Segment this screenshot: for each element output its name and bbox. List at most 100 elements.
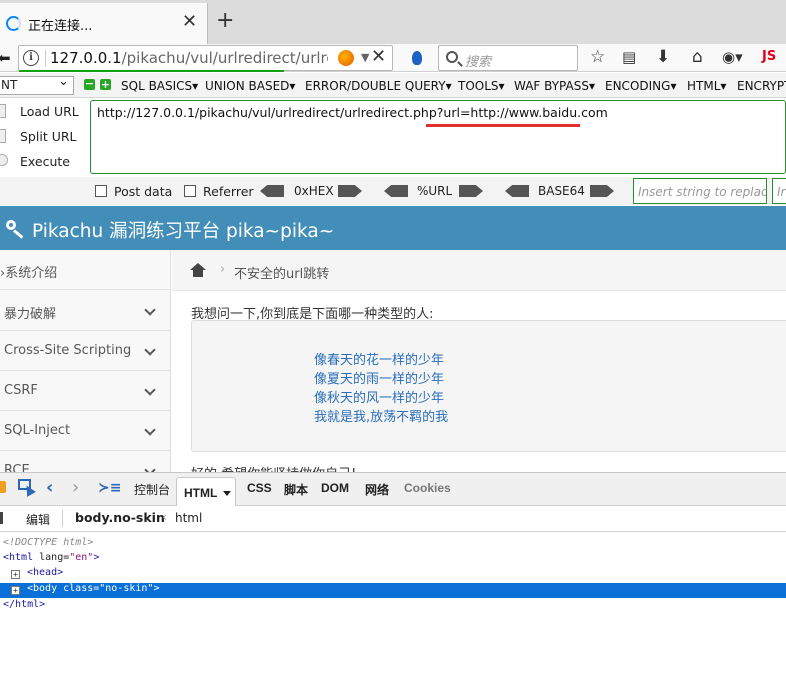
firefox-icon: [338, 50, 354, 66]
clear-url-icon[interactable]: ✕: [371, 46, 386, 67]
url-path: /pikachu/vul/urlredirect/urlredi: [121, 49, 328, 67]
tree-row-html[interactable]: <html lang="en">: [0, 552, 786, 567]
sidebar-item-bruteforce[interactable]: 暴力破解: [0, 291, 170, 331]
chevron-down-icon: [144, 424, 156, 436]
command-line-icon[interactable]: ≻≡: [98, 480, 121, 496]
home-icon[interactable]: [190, 263, 206, 277]
breadcrumb: › 不安全的url跳转: [172, 250, 786, 291]
execute-button[interactable]: Execute: [0, 151, 88, 173]
sidebar: ›系统介绍 暴力破解 Cross-Site Scripting CSRF SQL…: [0, 250, 171, 472]
sidebar-item-csrf[interactable]: CSRF: [0, 371, 170, 411]
tree-row-body[interactable]: + <body class="no-skin">: [0, 583, 786, 598]
bookmark-star-icon[interactable]: ☆: [590, 47, 605, 67]
minus-icon[interactable]: −: [84, 78, 95, 90]
chevron-down-icon: [144, 384, 156, 396]
back-button[interactable]: ⬅: [0, 49, 11, 67]
search-placeholder: 搜索: [465, 55, 492, 70]
navigation-bar: ⬅ i 127.0.0.1/pikachu/vul/urlredirect/ur…: [0, 44, 786, 72]
forward-arrow-icon[interactable]: ›: [72, 477, 79, 498]
search-input[interactable]: 搜索: [438, 45, 578, 71]
hackbar-url-textarea[interactable]: http://127.0.0.1/pikachu/vul/urlredirect…: [90, 100, 786, 174]
tree-row-head[interactable]: + <head>: [0, 567, 786, 582]
chevron-down-icon: [144, 304, 156, 316]
hex-encode-arrow-icon[interactable]: [338, 185, 362, 197]
hex-label: 0xHEX: [294, 184, 334, 198]
split-url-button[interactable]: Split URL: [0, 126, 88, 148]
answer-link[interactable]: 像春天的花一样的少年: [314, 349, 444, 368]
hackbar-options: Post data Referrer 0xHEX %URL BASE64 Ins…: [0, 177, 786, 205]
menu-sql-basics[interactable]: SQL BASICS▾: [121, 79, 198, 93]
menu-error-double-query[interactable]: ERROR/DOUBLE QUERY▾: [305, 79, 452, 93]
url-text[interactable]: 127.0.0.1/pikachu/vul/urlredirect/urlred…: [50, 49, 328, 67]
expand-icon[interactable]: +: [11, 570, 20, 579]
main-content: 我想问一下,你到底是下面哪一种类型的人: 像春天的花一样的少年 像夏天的雨一样的…: [172, 291, 786, 472]
edit-button[interactable]: 编辑: [26, 511, 50, 528]
sidebar-item-rce[interactable]: RCE: [0, 451, 170, 472]
menu-tools[interactable]: TOOLS▾: [458, 79, 505, 93]
tab-network[interactable]: 网络: [365, 481, 389, 498]
tab-script[interactable]: 脚本: [284, 481, 308, 498]
url-decode-arrow-icon[interactable]: [384, 185, 408, 197]
search-icon: [446, 51, 458, 63]
base64-decode-arrow-icon[interactable]: [505, 185, 529, 197]
load-url-button[interactable]: Load URL: [0, 101, 88, 123]
menu-encoding[interactable]: ENCODING▾: [605, 79, 676, 93]
tab-close-button[interactable]: ✕: [182, 12, 197, 32]
hex-decode-arrow-icon[interactable]: [260, 185, 284, 197]
tab-console[interactable]: 控制台: [134, 481, 170, 498]
answer-link[interactable]: 像夏天的雨一样的少年: [314, 368, 444, 387]
edit-pencil-icon[interactable]: [0, 512, 3, 524]
post-data-checkbox[interactable]: [95, 185, 107, 197]
sidebar-item-intro[interactable]: ›系统介绍: [0, 250, 170, 290]
menu-html[interactable]: HTML▾: [687, 79, 726, 93]
dom-crumb-html[interactable]: html: [175, 511, 202, 525]
site-header: Pikachu 漏洞练习平台 pika~pika~: [0, 206, 786, 250]
loading-spinner-icon: [6, 16, 21, 31]
replace-with-input[interactable]: Ir: [772, 178, 786, 204]
answer-link[interactable]: 像秋天的风一样的少年: [314, 387, 444, 406]
referrer-checkbox[interactable]: [184, 185, 196, 197]
sidebar-item-sql-inject[interactable]: SQL-Inject: [0, 411, 170, 451]
new-tab-button[interactable]: +: [216, 8, 234, 34]
url-host: 127.0.0.1: [50, 49, 122, 67]
replace-input[interactable]: Insert string to replace: [633, 178, 767, 204]
hackbar-actions: Load URL Split URL Execute: [0, 99, 90, 174]
js-icon[interactable]: JS: [762, 49, 776, 64]
addon-globe-icon[interactable]: ◉▾: [722, 48, 743, 66]
download-icon[interactable]: ⬇: [656, 47, 670, 67]
execute-icon: [0, 154, 8, 166]
home-icon[interactable]: ⌂: [692, 47, 703, 67]
dropdown-icon[interactable]: ▼: [361, 51, 369, 64]
url-encode-arrow-icon[interactable]: [459, 185, 483, 197]
firebug-icon[interactable]: [412, 51, 422, 65]
inspect-element-icon[interactable]: [18, 479, 36, 499]
site-title[interactable]: Pikachu 漏洞练习平台 pika~pika~: [32, 217, 334, 243]
plus-icon[interactable]: +: [100, 79, 111, 90]
sidebar-item-xss[interactable]: Cross-Site Scripting: [0, 331, 170, 371]
answer-link[interactable]: 我就是我,放荡不羁的我: [314, 406, 448, 425]
back-arrow-icon[interactable]: ‹: [46, 477, 53, 498]
tree-row-html-close[interactable]: </html>: [0, 599, 786, 614]
menu-waf-bypass[interactable]: WAF BYPASS▾: [514, 79, 595, 93]
chevron-down-icon: [144, 344, 156, 356]
base64-encode-arrow-icon[interactable]: [590, 185, 614, 197]
tab-dom[interactable]: DOM: [321, 481, 349, 495]
split-url-icon: [0, 129, 6, 143]
tab-css[interactable]: CSS: [247, 481, 272, 495]
browser-tab[interactable]: 正在连接... ✕: [0, 3, 208, 44]
firebug-menu-icon[interactable]: [0, 481, 6, 493]
url-bar[interactable]: i 127.0.0.1/pikachu/vul/urlredirect/urlr…: [18, 45, 393, 72]
tab-cookies[interactable]: Cookies: [404, 481, 451, 495]
menu-encryption[interactable]: ENCRYPTION▾: [737, 79, 786, 93]
tree-row-doctype[interactable]: <!DOCTYPE html>: [0, 537, 786, 552]
reader-list-icon[interactable]: ▤: [622, 48, 636, 66]
chevron-down-icon: [144, 464, 156, 472]
hackbar-select[interactable]: NT: [0, 73, 74, 95]
tab-html[interactable]: HTML: [176, 477, 236, 507]
url-loading-underline: [19, 70, 284, 72]
expand-icon[interactable]: +: [11, 586, 20, 595]
dom-crumb-body[interactable]: body.no-skin: [75, 510, 165, 525]
menu-union-based[interactable]: UNION BASED▾: [205, 79, 295, 93]
toolbar-separator: [62, 510, 63, 527]
info-icon[interactable]: i: [23, 50, 39, 66]
